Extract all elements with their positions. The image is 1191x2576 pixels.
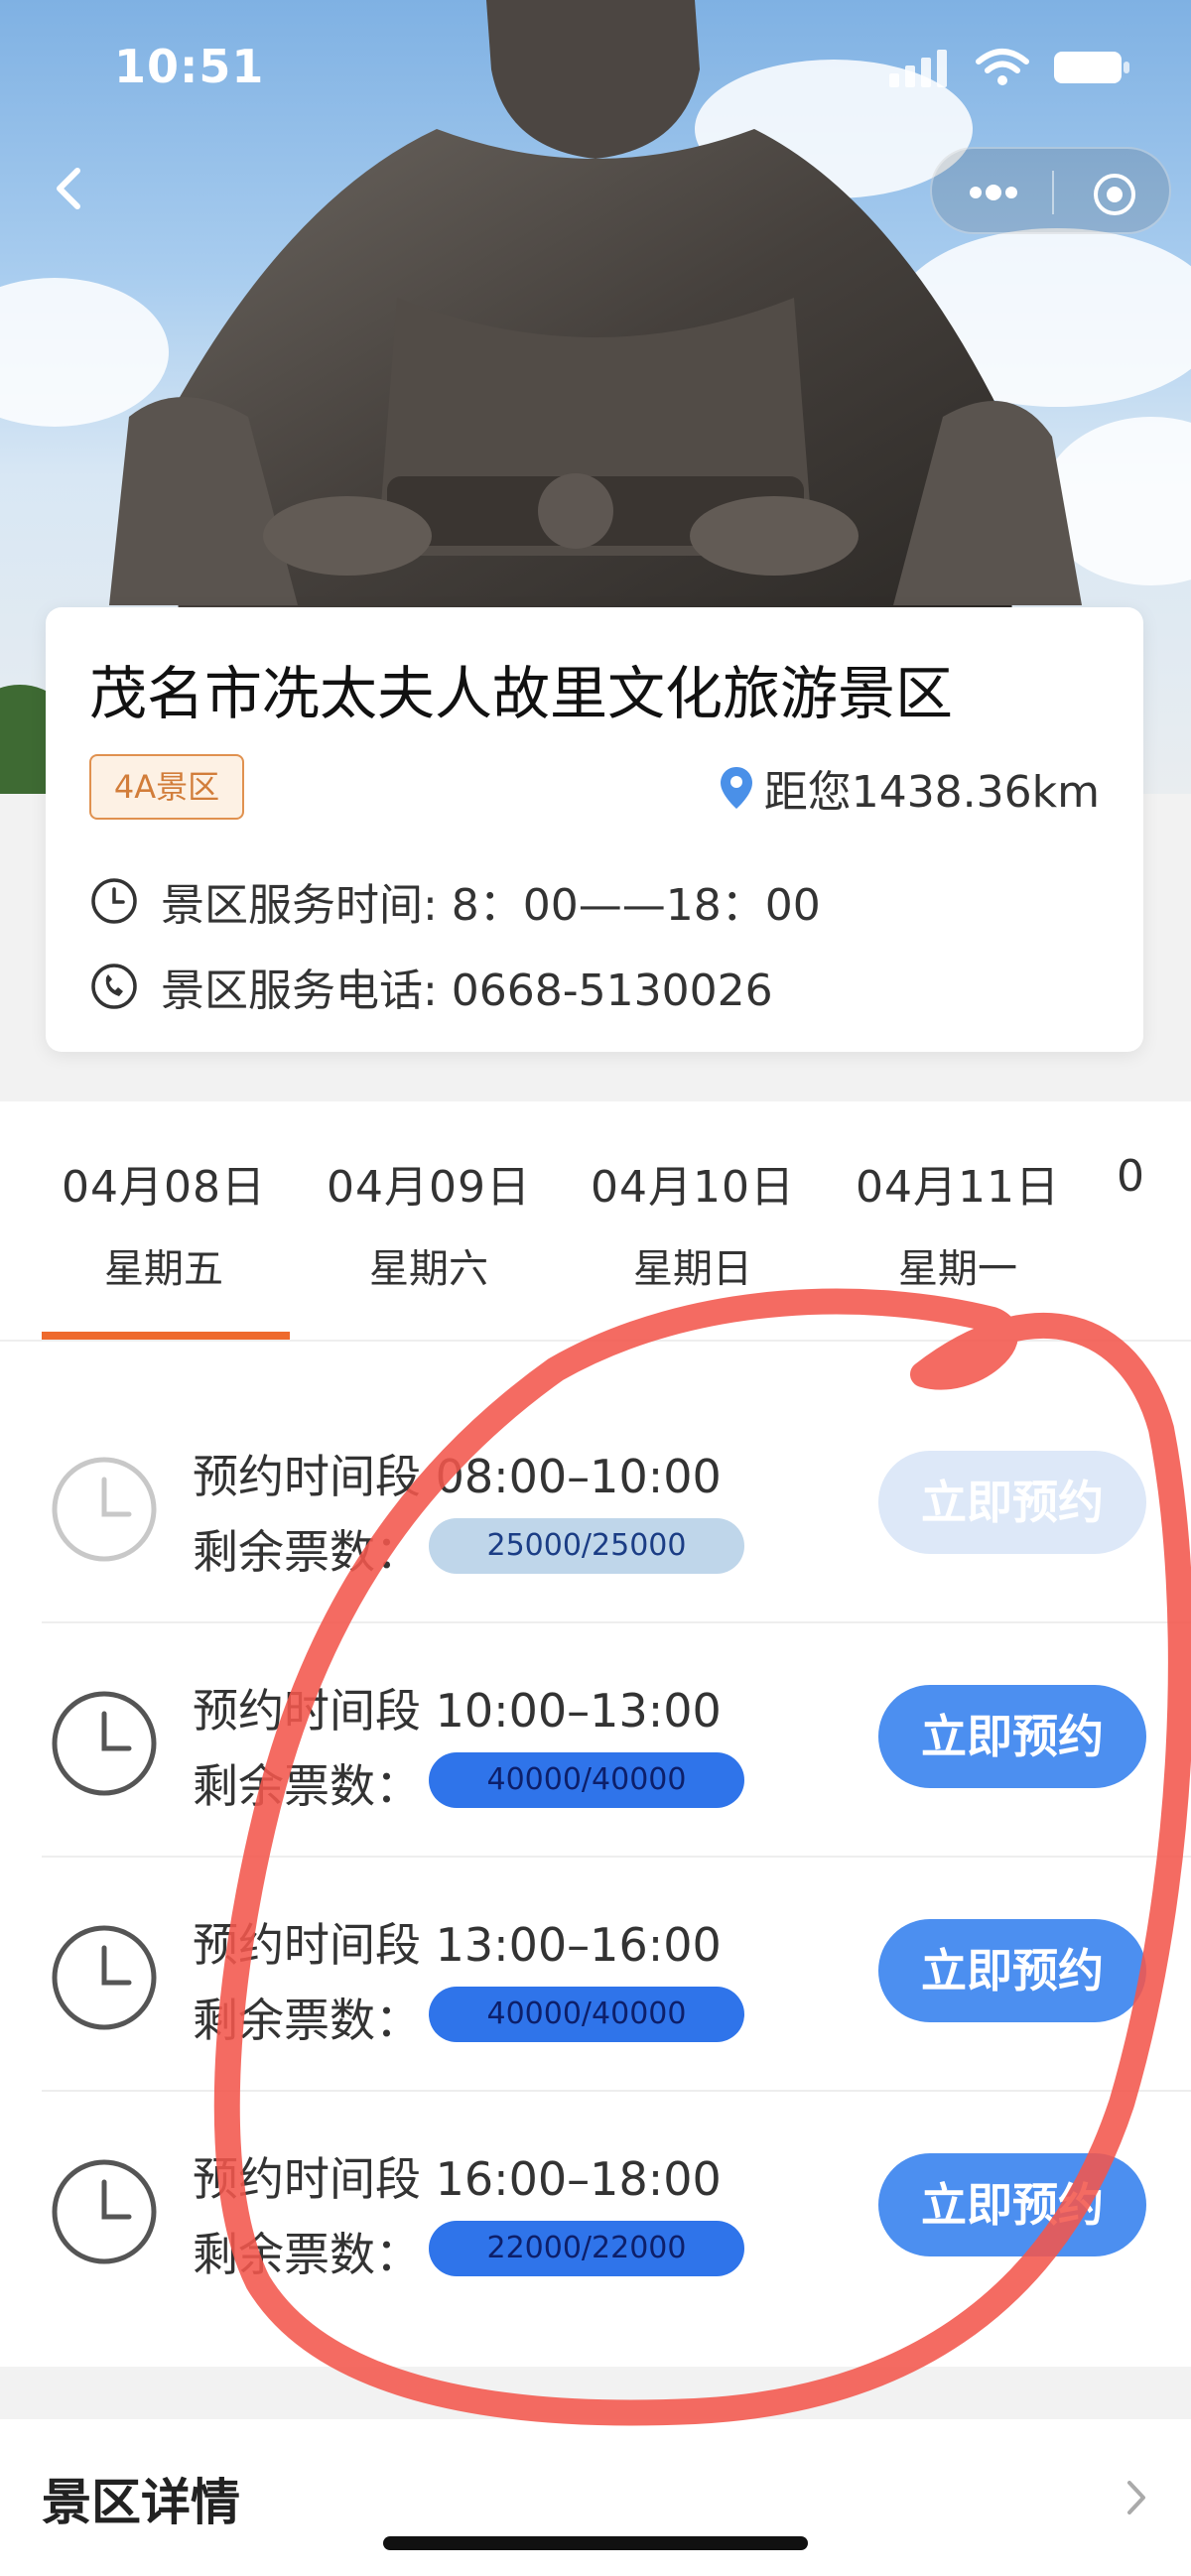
scenic-title: 茂名市冼太夫人故里文化旅游景区	[89, 660, 954, 727]
date-tab-date: 04月08日	[62, 1162, 266, 1213]
slot-time: 预约时间段 16:00–18:00	[193, 2152, 722, 2206]
date-tab-date: 04月10日	[591, 1162, 795, 1213]
battery-icon	[1054, 52, 1129, 83]
clock-icon	[52, 2159, 157, 2264]
service-hours-row: 景区服务时间: 8：00——18：00	[89, 869, 821, 933]
slot-remain-label: 剩余票数：	[193, 1525, 421, 1579]
date-tab-date: 0	[1117, 1151, 1145, 1202]
date-tab[interactable]: 0	[1117, 1151, 1176, 1224]
status-time: 10:51	[114, 40, 265, 93]
date-tab-weekday: 星期一	[898, 1246, 1017, 1292]
book-now-button[interactable]: 立即预约	[878, 2153, 1146, 2256]
wifi-icon	[976, 49, 1029, 85]
time-slot: 预约时间段 08:00–10:00 剩余票数： 25000/25000 立即预约	[0, 1389, 1191, 1623]
back-button[interactable]	[40, 149, 99, 228]
clock-icon	[52, 1457, 157, 1562]
chevron-left-icon	[57, 168, 80, 209]
slot-time: 预约时间段 13:00–16:00	[193, 1918, 722, 1972]
book-now-button[interactable]: 立即预约	[878, 1451, 1146, 1554]
booking-panel: 04月08日 星期五 04月09日 星期六 04月10日 星期日 04月11日 …	[0, 1101, 1191, 2367]
remaining-tickets-badge: 40000/40000	[429, 1752, 744, 1808]
slot-remain-label: 剩余票数：	[193, 2228, 421, 2281]
clock-icon	[52, 1925, 157, 2030]
service-phone-row[interactable]: 景区服务电话: 0668-5130026	[89, 955, 773, 1018]
slot-remain-label: 剩余票数：	[193, 1994, 421, 2047]
status-icons	[889, 48, 1131, 87]
distance-text: 距您1438.36km	[763, 767, 1100, 818]
location-pin-icon	[720, 767, 752, 809]
book-now-button[interactable]: 立即预约	[878, 1919, 1146, 2022]
close-target-icon[interactable]	[1091, 171, 1138, 218]
scenic-detail-row[interactable]: 景区详情	[0, 2419, 1191, 2576]
scenic-detail-label: 景区详情	[42, 2474, 240, 2531]
phone-icon	[91, 964, 137, 1009]
date-tab-date: 04月11日	[856, 1162, 1060, 1213]
scenic-info-card: 茂名市冼太夫人故里文化旅游景区 4A景区 距您1438.36km 景区服务时间:…	[46, 607, 1143, 1052]
miniprogram-capsule	[930, 147, 1171, 234]
date-tab-date: 04月09日	[327, 1162, 531, 1213]
chevron-right-icon	[1127, 2481, 1145, 2514]
remaining-tickets-badge: 22000/22000	[429, 2221, 744, 2276]
date-tab-weekday: 星期五	[104, 1246, 223, 1292]
book-now-button[interactable]: 立即预约	[878, 1685, 1146, 1788]
signal-icon	[889, 50, 947, 87]
slot-time: 预约时间段 10:00–13:00	[193, 1684, 722, 1738]
time-slot: 预约时间段 10:00–13:00 剩余票数： 40000/40000 立即预约	[0, 1623, 1191, 1858]
remaining-tickets-badge: 25000/25000	[429, 1518, 744, 1574]
clock-icon	[52, 1691, 157, 1796]
capsule-divider	[1052, 171, 1054, 214]
date-tab-weekday: 星期六	[369, 1246, 488, 1292]
date-tab[interactable]: 04月11日 星期一	[829, 1151, 1087, 1294]
selected-tab-indicator	[42, 1332, 290, 1340]
service-phone: 景区服务电话: 0668-5130026	[161, 966, 773, 1016]
home-indicator	[383, 2536, 808, 2550]
level-badge: 4A景区	[89, 754, 244, 820]
slot-remain-label: 剩余票数：	[193, 1759, 421, 1813]
date-tabs: 04月08日 星期五 04月09日 星期六 04月10日 星期日 04月11日 …	[0, 1101, 1191, 1342]
time-slot: 预约时间段 13:00–16:00 剩余票数： 40000/40000 立即预约	[0, 1858, 1191, 2092]
more-icon[interactable]	[966, 173, 1021, 212]
date-tab[interactable]: 04月10日 星期日	[564, 1151, 822, 1294]
time-slot: 预约时间段 16:00–18:00 剩余票数： 22000/22000 立即预约	[0, 2092, 1191, 2326]
clock-icon	[91, 878, 137, 924]
distance[interactable]: 距您1438.36km	[719, 756, 1100, 820]
date-tab[interactable]: 04月09日 星期六	[300, 1151, 558, 1294]
remaining-tickets-badge: 40000/40000	[429, 1987, 744, 2042]
service-hours: 景区服务时间: 8：00——18：00	[161, 880, 821, 931]
slot-time: 预约时间段 08:00–10:00	[193, 1450, 722, 1503]
date-tab[interactable]: 04月08日 星期五	[35, 1151, 293, 1294]
date-tab-weekday: 星期日	[633, 1246, 752, 1292]
